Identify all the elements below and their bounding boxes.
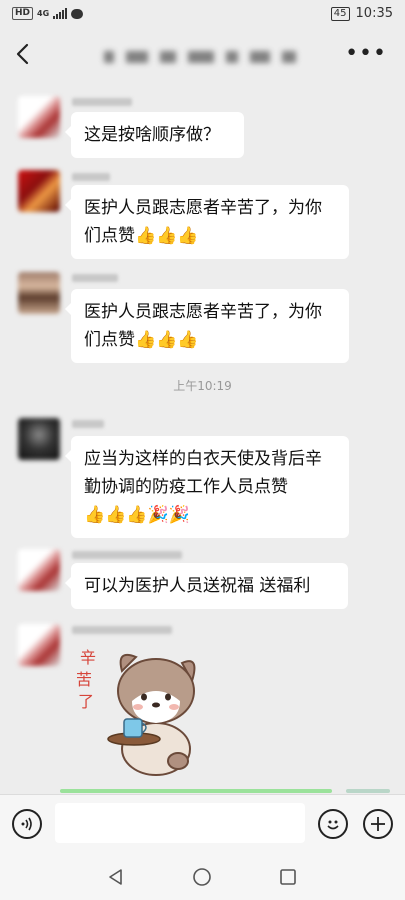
sender-name xyxy=(72,173,110,181)
message-item: 这是按啥顺序做？ xyxy=(0,90,405,160)
message-bubble[interactable]: 应当为这样的白衣天使及背后辛勤协调的防疫工作人员点赞 👍👍👍🎉🎉 xyxy=(65,436,349,538)
voice-icon[interactable] xyxy=(12,809,42,839)
partial-avatar xyxy=(346,789,390,793)
more-dots-icon[interactable]: ••• xyxy=(345,43,387,65)
chat-notification-icon xyxy=(71,8,84,19)
dog-sticker[interactable]: 辛 苦 了 xyxy=(74,641,206,781)
sender-name xyxy=(72,420,104,428)
avatar[interactable] xyxy=(18,418,60,460)
avatar[interactable] xyxy=(18,96,60,138)
triangle-back-icon[interactable] xyxy=(106,867,126,887)
message-item: 医护人员跟志愿者辛苦了，为你们点赞👍👍👍 xyxy=(0,266,405,363)
celebration-emoji: 👍👍👍🎉🎉 xyxy=(84,505,190,525)
message-input[interactable] xyxy=(55,803,305,843)
avatar[interactable] xyxy=(18,624,60,666)
battery-indicator: 45 xyxy=(330,6,350,21)
signal-icon xyxy=(53,8,68,19)
message-item: 可以为医护人员送祝福 送福利 xyxy=(0,543,405,609)
chat-header: ••• xyxy=(0,28,405,82)
plus-icon[interactable] xyxy=(363,809,393,839)
network-indicator: 4G xyxy=(37,8,50,18)
message-bubble[interactable]: 可以为医护人员送祝福 送福利 xyxy=(65,563,348,609)
avatar[interactable] xyxy=(18,272,60,314)
svg-text:苦: 苦 xyxy=(76,670,92,689)
message-item: 应当为这样的白衣天使及背后辛勤协调的防疫工作人员点赞 👍👍👍🎉🎉 xyxy=(0,412,405,538)
message-text: 医护人员跟志愿者辛苦了，为你们点赞 xyxy=(84,198,322,246)
emoji-icon[interactable] xyxy=(318,809,348,839)
message-text: 应当为这样的白衣天使及背后辛勤协调的防疫工作人员点赞 xyxy=(84,449,322,497)
message-bubble[interactable]: 这是按啥顺序做？ xyxy=(65,112,244,158)
message-bubble[interactable]: 医护人员跟志愿者辛苦了，为你们点赞👍👍👍 xyxy=(65,185,349,259)
square-recents-icon[interactable] xyxy=(278,867,298,887)
sender-name xyxy=(72,98,132,106)
message-bubble[interactable]: 医护人员跟志愿者辛苦了，为你们点赞👍👍👍 xyxy=(65,289,349,363)
circle-home-icon[interactable] xyxy=(192,867,212,887)
svg-text:了: 了 xyxy=(78,692,94,711)
input-bar xyxy=(0,794,405,854)
hd-indicator: HD xyxy=(12,7,34,20)
timestamp: 上午10:19 xyxy=(173,379,232,393)
chevron-left-icon[interactable] xyxy=(10,40,38,68)
sender-name xyxy=(72,551,182,559)
thumbs-up-emoji: 👍👍👍 xyxy=(135,226,199,246)
avatar[interactable] xyxy=(18,170,60,212)
sender-name xyxy=(72,274,118,282)
partial-message-bubble xyxy=(60,789,332,793)
sticker-text: 辛 xyxy=(80,648,96,667)
chat-title xyxy=(104,48,304,66)
message-item: 医护人员跟志愿者辛苦了，为你们点赞👍👍👍 xyxy=(0,164,405,259)
status-bar: HD 4G 45 10:35 xyxy=(0,0,405,28)
system-navigation-bar xyxy=(0,854,405,900)
clock: 10:35 xyxy=(355,6,393,21)
message-text: 医护人员跟志愿者辛苦了，为你们点赞 xyxy=(84,302,322,350)
thumbs-up-emoji: 👍👍👍 xyxy=(135,330,199,350)
message-text: 可以为医护人员送祝福 送福利 xyxy=(84,576,311,596)
message-text: 这是按啥顺序做？ xyxy=(84,125,220,145)
sender-name xyxy=(72,626,172,634)
avatar[interactable] xyxy=(18,549,60,591)
